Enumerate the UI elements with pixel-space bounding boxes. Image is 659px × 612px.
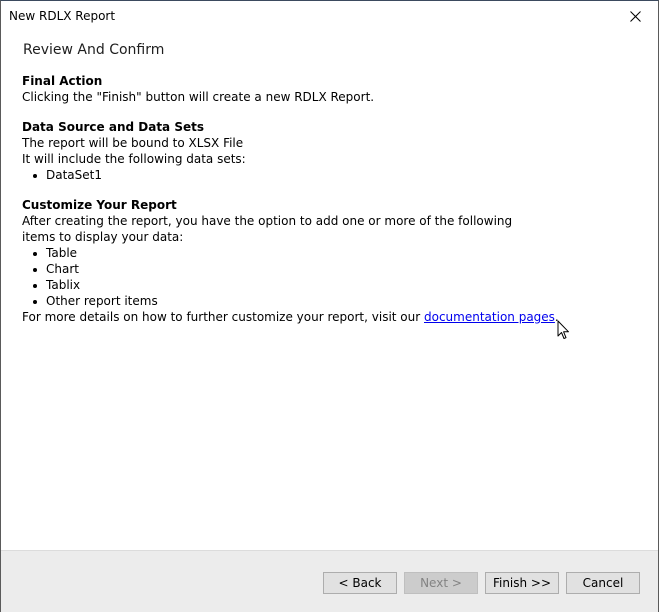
section-title: Final Action — [22, 74, 103, 88]
title-bar: New RDLX Report — [1, 1, 658, 32]
section-title: Customize Your Report — [22, 198, 177, 212]
cancel-button[interactable]: Cancel — [566, 572, 640, 594]
wizard-dialog: New RDLX Report Review And Confirm Final… — [0, 0, 659, 612]
datasets-intro-text: It will include the following data sets: — [22, 152, 246, 166]
back-button[interactable]: < Back — [323, 572, 397, 594]
close-button[interactable] — [612, 1, 658, 31]
customize-section: Customize Your Report After creating the… — [22, 197, 622, 325]
final-action-section: Final Action Clicking the "Finish" butto… — [22, 73, 622, 105]
list-item: DataSet1 — [32, 167, 622, 183]
list-item: Table — [32, 245, 622, 261]
close-icon — [629, 10, 641, 22]
list-item: Tablix — [32, 277, 622, 293]
data-source-section: Data Source and Data Sets The report wil… — [22, 119, 622, 183]
final-action-text: Clicking the "Finish" button will create… — [22, 90, 375, 104]
documentation-link[interactable]: documentation pages — [424, 310, 555, 324]
more-details-prefix: For more details on how to further custo… — [22, 310, 424, 324]
wizard-content: Review And Confirm Final Action Clicking… — [22, 41, 622, 339]
button-bar: < Back Next > Finish >> Cancel — [1, 550, 658, 612]
mouse-pointer-icon — [557, 320, 569, 339]
report-items-list: Table Chart Tablix Other report items — [22, 245, 622, 309]
more-details-text: For more details on how to further custo… — [22, 309, 622, 325]
dataset-list: DataSet1 — [22, 167, 622, 183]
list-item: Other report items — [32, 293, 622, 309]
next-button[interactable]: Next > — [404, 572, 478, 594]
finish-button[interactable]: Finish >> — [485, 572, 559, 594]
customize-text: After creating the report, you have the … — [22, 214, 513, 244]
section-title: Data Source and Data Sets — [22, 120, 204, 134]
list-item: Chart — [32, 261, 622, 277]
data-source-text: The report will be bound to XLSX File — [22, 136, 244, 150]
page-title: Review And Confirm — [23, 42, 165, 58]
window-title: New RDLX Report — [9, 9, 116, 23]
